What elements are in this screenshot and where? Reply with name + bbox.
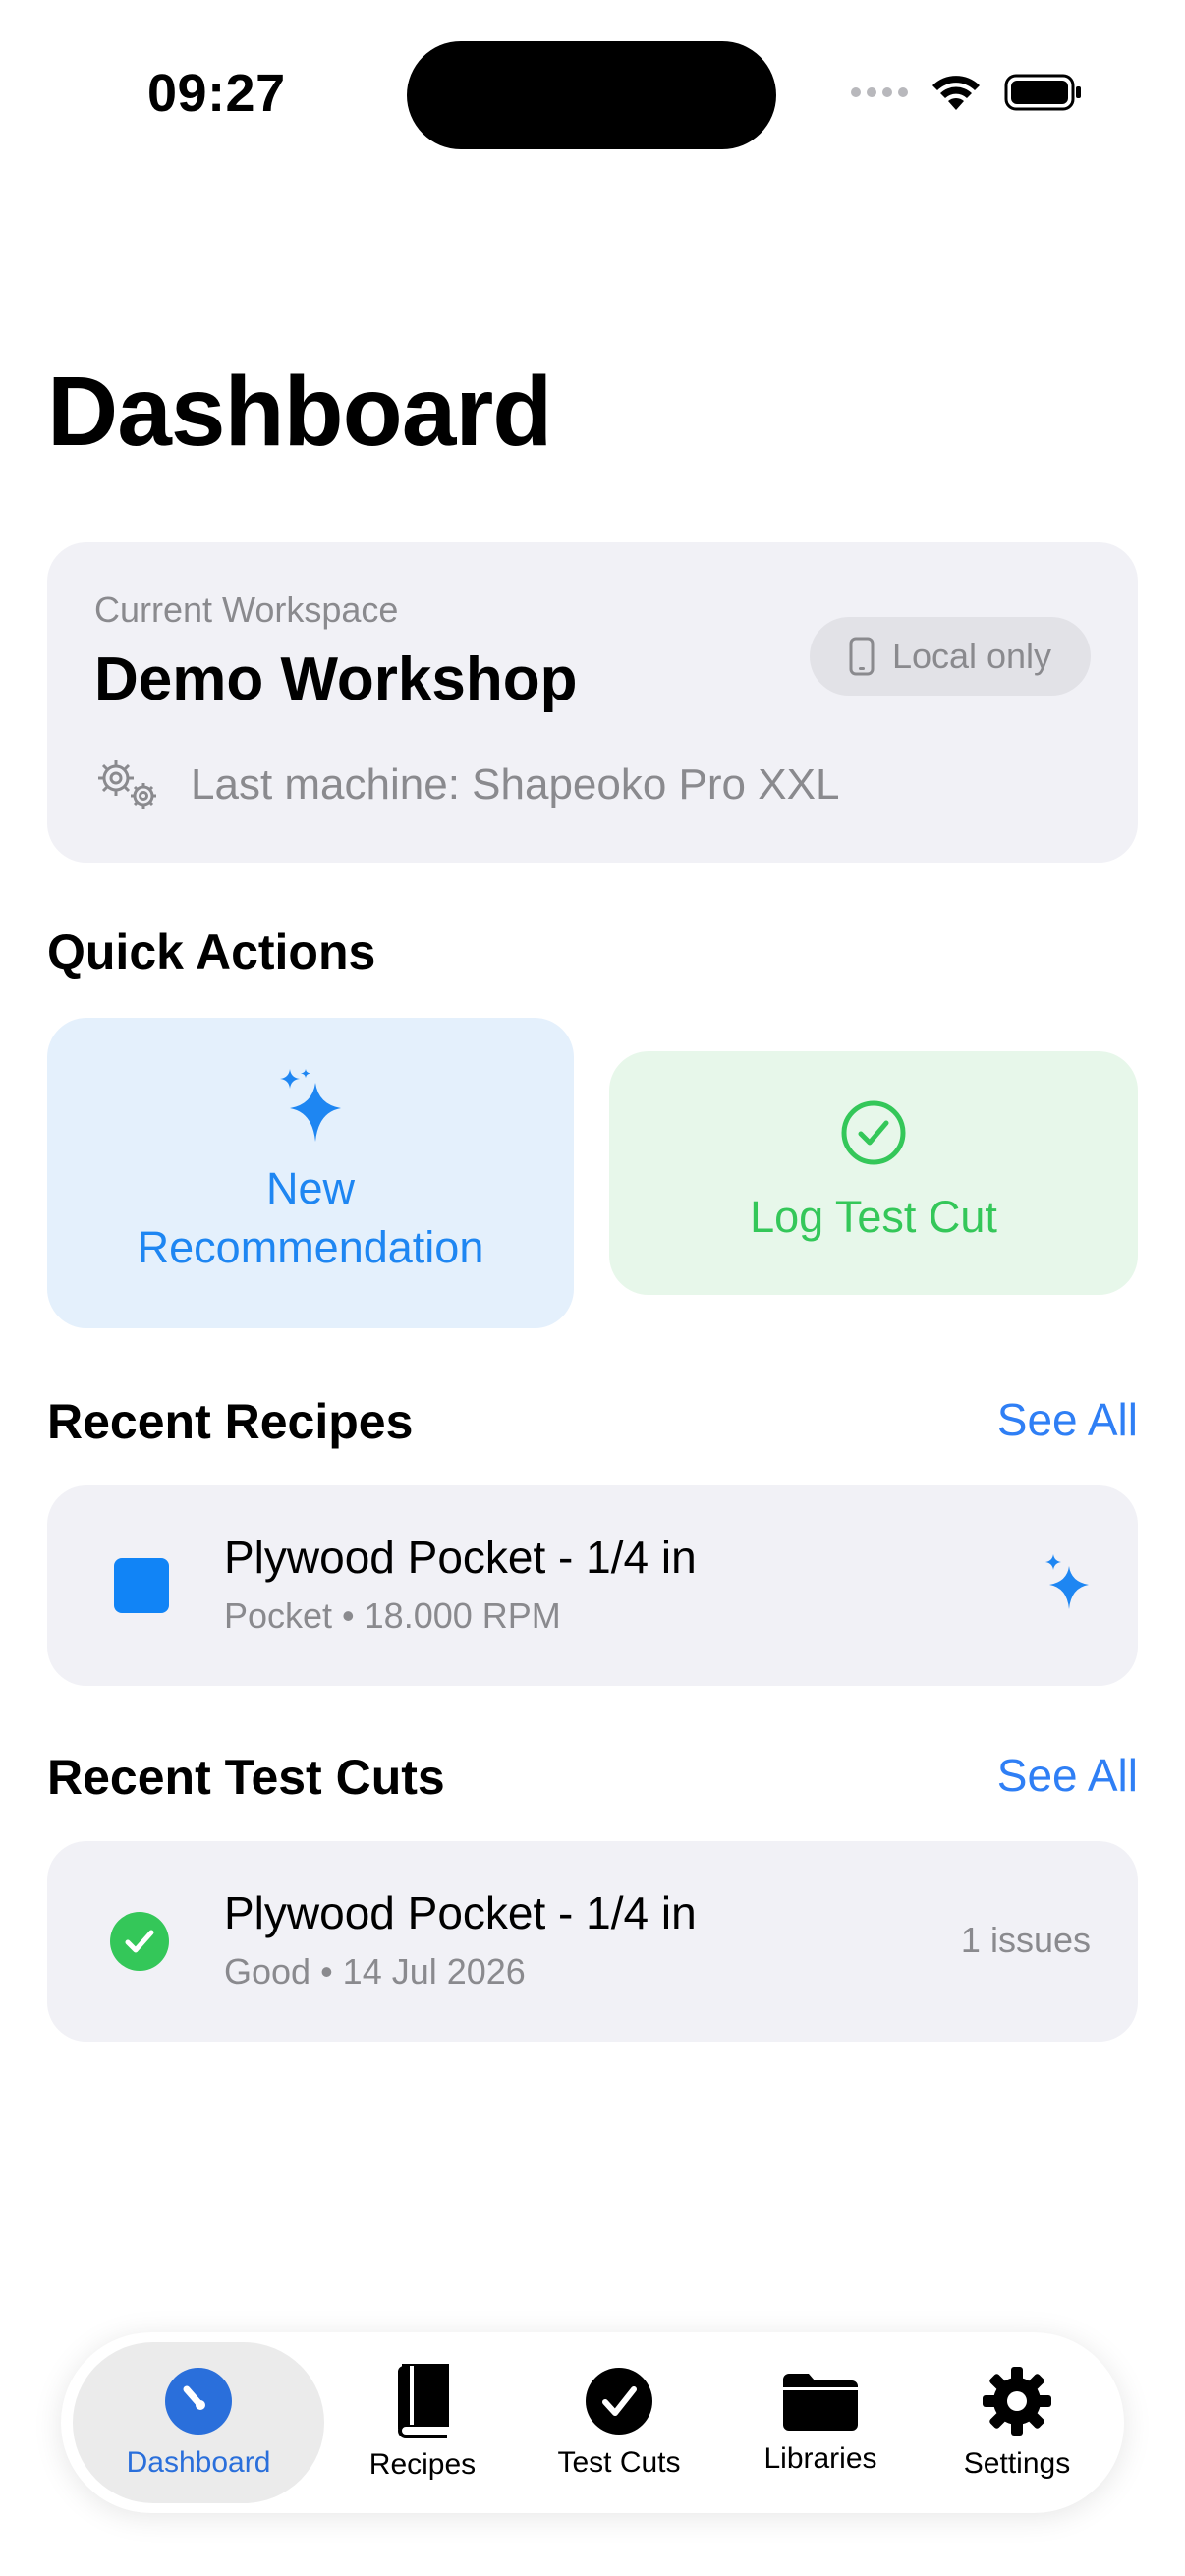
tab-test-cuts[interactable]: Test Cuts (521, 2342, 717, 2503)
tab-dashboard[interactable]: Dashboard (73, 2342, 324, 2503)
tab-test-cuts-label: Test Cuts (557, 2446, 681, 2479)
tab-libraries[interactable]: Libraries (717, 2342, 924, 2503)
recipes-see-all-link[interactable]: See All (997, 1393, 1138, 1446)
test-cut-list-item[interactable]: Plywood Pocket - 1/4 in Good • 14 Jul 20… (47, 1841, 1138, 2042)
book-icon (398, 2364, 449, 2438)
test-cut-title: Plywood Pocket - 1/4 in (224, 1887, 697, 1938)
recipe-title: Plywood Pocket - 1/4 in (224, 1532, 697, 1583)
phone-icon (849, 637, 875, 676)
checkmark-circle-icon (841, 1100, 906, 1165)
folder-icon (783, 2374, 858, 2431)
dashboard-screen: 09:27 Dashboard Current Workspace Demo W… (0, 0, 1185, 2576)
page-title: Dashboard (47, 357, 552, 467)
test-cut-issues: 1 issues (960, 1920, 1091, 1960)
recent-recipes-title: Recent Recipes (47, 1394, 414, 1449)
battery-icon (1004, 74, 1081, 111)
new-recommendation-line2: Recommendation (137, 1222, 484, 1272)
local-only-badge: Local only (810, 617, 1091, 696)
new-recommendation-line1: New (265, 1163, 356, 1213)
recipe-list-item[interactable]: Plywood Pocket - 1/4 in Pocket • 18.000 … (47, 1485, 1138, 1686)
recipe-subtitle: Pocket • 18.000 RPM (224, 1596, 561, 1636)
status-time: 09:27 (147, 64, 286, 123)
dynamic-island (407, 41, 776, 149)
tab-settings-label: Settings (963, 2447, 1071, 2480)
sparkles-icon (280, 1069, 341, 1142)
recent-test-cuts-title: Recent Test Cuts (47, 1750, 445, 1805)
status-indicators (851, 73, 1083, 112)
last-machine-row: Last machine: Shapeoko Pro XXL (94, 756, 839, 813)
gauge-icon (165, 2368, 232, 2435)
test-cuts-see-all-link[interactable]: See All (997, 1749, 1138, 1802)
workspace-name: Demo Workshop (94, 645, 578, 713)
quick-actions-title: Quick Actions (47, 924, 376, 980)
wifi-icon (932, 76, 980, 110)
tab-recipes-label: Recipes (368, 2448, 477, 2481)
log-test-cut-label: Log Test Cut (750, 1192, 997, 1242)
tab-recipes[interactable]: Recipes (324, 2342, 521, 2503)
gears-icon (98, 760, 156, 809)
local-only-label: Local only (891, 636, 1052, 676)
gear-icon (983, 2367, 1051, 2436)
workspace-card[interactable]: Current Workspace Demo Workshop Local on… (47, 542, 1138, 863)
test-cut-subtitle: Good • 14 Jul 2026 (224, 1951, 526, 1991)
tab-libraries-label: Libraries (763, 2442, 877, 2475)
checkmark-circle-icon (586, 2368, 652, 2435)
workspace-label: Current Workspace (94, 589, 399, 630)
sparkles-icon (1045, 1554, 1089, 1609)
tab-settings[interactable]: Settings (924, 2342, 1110, 2503)
cellular-signal-icon (851, 87, 908, 97)
tab-dashboard-label: Dashboard (126, 2446, 271, 2479)
recipe-color-swatch (114, 1558, 169, 1613)
tab-bar: Dashboard Recipes Test Cuts Libraries Se… (61, 2332, 1124, 2513)
new-recommendation-button[interactable]: New Recommendation (47, 1018, 574, 1328)
last-machine-text: Last machine: Shapeoko Pro XXL (191, 760, 840, 809)
log-test-cut-button[interactable]: Log Test Cut (609, 1051, 1138, 1295)
checkmark-circle-fill-icon (110, 1912, 169, 1971)
